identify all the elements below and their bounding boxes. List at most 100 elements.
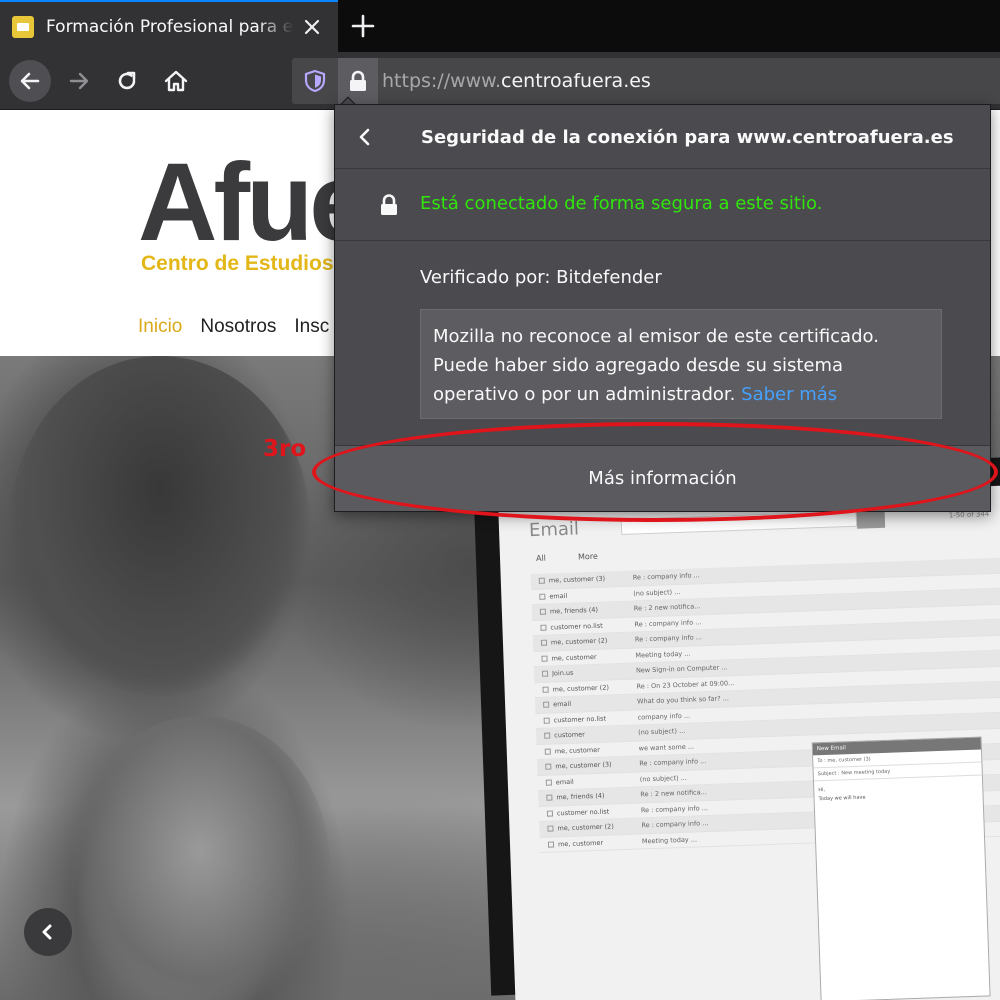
email-sender: Join.us bbox=[551, 668, 574, 678]
email-sender: me, customer bbox=[557, 838, 604, 849]
verified-by-label: Verificado por: Bitdefender bbox=[420, 267, 662, 288]
email-sender: customer bbox=[554, 730, 585, 740]
site-navigation: Inicio Nosotros Insc bbox=[138, 316, 329, 338]
laptop-screen: Email 1-50 of 344 All More me, customer … bbox=[498, 485, 1000, 1000]
forward-button[interactable] bbox=[58, 60, 100, 102]
email-subject: Re : On 23 October at 09:00... bbox=[636, 678, 735, 691]
email-checkbox bbox=[545, 779, 552, 786]
new-tab-button[interactable] bbox=[345, 8, 381, 44]
email-sender: customer no.list bbox=[550, 621, 603, 632]
email-subject: Re : company info ... bbox=[639, 757, 707, 768]
email-subject: Re : company info ... bbox=[632, 571, 700, 582]
email-subject: Meeting today ... bbox=[635, 649, 691, 660]
home-button[interactable] bbox=[155, 60, 197, 102]
site-identity-lock-icon[interactable] bbox=[338, 58, 378, 104]
email-subject: (no subject) ... bbox=[638, 727, 686, 737]
email-checkbox bbox=[546, 810, 554, 817]
reload-button[interactable] bbox=[106, 60, 148, 102]
navigation-toolbar: https://www.centroafuera.es bbox=[0, 52, 1000, 110]
email-checkbox bbox=[547, 841, 555, 848]
email-subject: Re : company info ... bbox=[634, 617, 702, 629]
email-sender: email bbox=[553, 700, 572, 709]
email-subject: company info ... bbox=[637, 711, 691, 722]
email-sender: email bbox=[555, 777, 574, 787]
email-subject: Re : company info ... bbox=[641, 819, 709, 830]
close-tab-icon[interactable] bbox=[300, 15, 324, 39]
email-subject: (no subject) ... bbox=[639, 773, 687, 784]
learn-more-link[interactable]: Saber más bbox=[741, 384, 837, 405]
email-sender: me, customer (2) bbox=[552, 683, 610, 694]
annotation-ellipse bbox=[312, 422, 998, 522]
email-sender: me, customer (2) bbox=[550, 636, 608, 647]
tab-title: Formación Profesional para el E bbox=[46, 17, 294, 37]
tracking-protection-shield-icon[interactable] bbox=[298, 64, 332, 98]
email-checkbox bbox=[546, 794, 553, 801]
email-checkbox bbox=[539, 593, 546, 600]
email-sender: me, customer (3) bbox=[548, 574, 606, 585]
site-favicon-icon bbox=[12, 16, 34, 38]
email-checkbox bbox=[544, 748, 551, 755]
email-tab-all: All bbox=[535, 553, 547, 563]
panel-header: Seguridad de la conexión para www.centro… bbox=[335, 105, 990, 169]
email-subject: New Sign-in on Computer ... bbox=[635, 663, 728, 675]
email-subject: Meeting today ... bbox=[641, 835, 698, 846]
lock-icon bbox=[381, 194, 397, 215]
hero-hand-shape bbox=[70, 716, 330, 1000]
plus-icon bbox=[351, 14, 375, 38]
site-logo[interactable]: Afue bbox=[138, 148, 370, 258]
url-bar[interactable]: https://www.centroafuera.es bbox=[292, 58, 1000, 104]
compose-header-title: New Email bbox=[816, 745, 846, 753]
slider-previous-button[interactable] bbox=[24, 908, 72, 956]
email-tab-more: More bbox=[577, 551, 598, 562]
site-nav-inscripcion[interactable]: Insc bbox=[294, 316, 329, 338]
url-text[interactable]: https://www.centroafuera.es bbox=[382, 70, 651, 92]
email-checkbox bbox=[545, 763, 552, 770]
chevron-left-icon bbox=[359, 128, 370, 146]
email-app-title: Email bbox=[528, 518, 580, 542]
site-nav-inicio[interactable]: Inicio bbox=[138, 316, 182, 338]
email-subject: Re : company info ... bbox=[634, 633, 703, 644]
email-subject: Re : 2 new notifica... bbox=[640, 788, 708, 799]
email-sender: me, customer bbox=[551, 652, 597, 663]
site-nav-nosotros[interactable]: Nosotros bbox=[200, 316, 276, 338]
certificate-warning-box: Mozilla no reconoce al emisor de este ce… bbox=[420, 309, 942, 419]
email-sender: me, friends (4) bbox=[556, 791, 605, 802]
email-checkbox bbox=[538, 577, 545, 585]
secure-connection-row: Está conectado de forma segura a este si… bbox=[335, 169, 990, 241]
email-sender: me, friends (4) bbox=[549, 606, 599, 616]
site-logo-subtitle: Centro de Estudios bbox=[141, 252, 334, 275]
email-checkbox bbox=[547, 825, 554, 832]
email-sender: me, customer (3) bbox=[555, 760, 612, 771]
panel-back-button[interactable] bbox=[351, 123, 379, 151]
email-checkbox bbox=[541, 655, 548, 662]
tab-strip: Formación Profesional para el E bbox=[0, 0, 1000, 52]
email-checkbox bbox=[542, 686, 549, 693]
email-sender: customer no.list bbox=[553, 714, 607, 725]
email-subject: What do you think so far? ... bbox=[636, 694, 730, 706]
screenshot-root: Formación Profesional para el E https://… bbox=[0, 0, 1000, 1000]
panel-title: Seguridad de la conexión para www.centro… bbox=[421, 127, 954, 148]
compose-window: New Email To : me, customer (3) Subject … bbox=[811, 736, 991, 1000]
chevron-left-icon bbox=[42, 924, 52, 940]
email-checkbox bbox=[540, 624, 547, 631]
email-subject: Re : company info ... bbox=[640, 803, 709, 815]
email-sender: customer no.list bbox=[556, 807, 610, 818]
email-checkbox bbox=[541, 670, 549, 678]
reload-icon bbox=[118, 71, 136, 90]
url-prefix: https://www. bbox=[382, 70, 502, 92]
email-subject: we want some ... bbox=[638, 742, 695, 753]
home-icon bbox=[164, 70, 188, 92]
annotation-step-label: 3ro bbox=[263, 436, 307, 462]
back-button[interactable] bbox=[9, 60, 51, 102]
email-checkbox bbox=[543, 717, 550, 724]
email-subject: Re : 2 new notifica... bbox=[633, 602, 701, 613]
url-domain: centroafuera.es bbox=[501, 70, 651, 92]
email-sender: me, customer (2) bbox=[557, 822, 614, 833]
email-checkbox bbox=[539, 608, 547, 616]
arrow-right-icon bbox=[69, 72, 89, 90]
secure-connection-message: Está conectado de forma segura a este si… bbox=[420, 193, 823, 214]
compose-body: Hi, Today we will have bbox=[814, 776, 983, 809]
email-sender: email bbox=[549, 591, 568, 601]
browser-tab[interactable]: Formación Profesional para el E bbox=[0, 0, 338, 52]
email-checkbox bbox=[543, 701, 550, 709]
